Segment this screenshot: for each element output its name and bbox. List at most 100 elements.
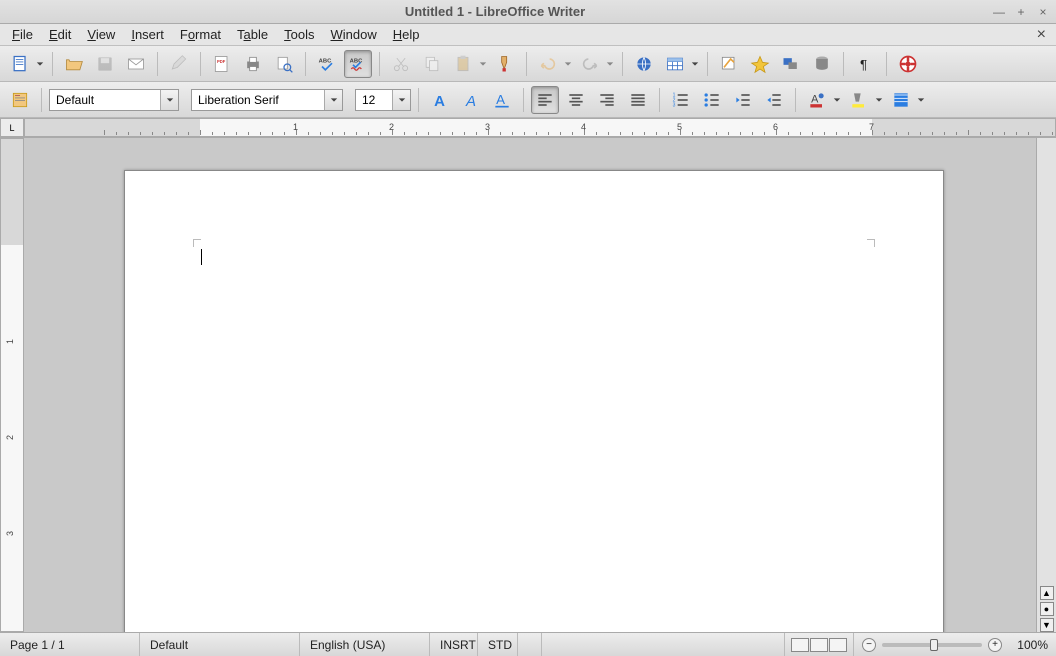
vertical-ruler[interactable]: 123: [0, 138, 24, 632]
status-selection-mode[interactable]: STD: [478, 633, 518, 656]
separator: [795, 88, 796, 112]
insert-table-dropdown[interactable]: [690, 60, 700, 68]
svg-text:A: A: [496, 92, 505, 107]
spellcheck-button[interactable]: ABC: [313, 50, 341, 78]
menu-table[interactable]: Table: [229, 25, 276, 44]
close-document-button[interactable]: ×: [1031, 26, 1052, 44]
cut-button[interactable]: [387, 50, 415, 78]
underline-button[interactable]: A: [488, 86, 516, 114]
zoom-in-button[interactable]: +: [988, 638, 1002, 652]
align-right-button[interactable]: [593, 86, 621, 114]
book-view-button[interactable]: [829, 638, 847, 652]
background-color-button[interactable]: [887, 86, 915, 114]
paragraph-style-combo[interactable]: Default: [49, 89, 179, 111]
window-title: Untitled 1 - LibreOffice Writer: [6, 4, 984, 19]
italic-button[interactable]: A: [457, 86, 485, 114]
menu-file[interactable]: File: [4, 25, 41, 44]
numbered-list-button[interactable]: 123: [667, 86, 695, 114]
redo-dropdown[interactable]: [605, 60, 615, 68]
menu-window[interactable]: Window: [323, 25, 385, 44]
svg-text:A: A: [811, 93, 819, 105]
zoom-slider-thumb[interactable]: [930, 639, 938, 651]
menu-format[interactable]: Format: [172, 25, 229, 44]
undo-button[interactable]: [534, 50, 562, 78]
separator: [659, 88, 660, 112]
navigator-button[interactable]: [746, 50, 774, 78]
document-area[interactable]: [24, 138, 1036, 632]
hyperlink-button[interactable]: [630, 50, 658, 78]
font-name-combo[interactable]: Liberation Serif: [191, 89, 343, 111]
font-size-dropdown[interactable]: [392, 90, 410, 110]
gallery-button[interactable]: [777, 50, 805, 78]
nonprinting-characters-button[interactable]: ¶: [851, 50, 879, 78]
align-left-button[interactable]: [531, 86, 559, 114]
copy-button[interactable]: [418, 50, 446, 78]
increase-indent-button[interactable]: [760, 86, 788, 114]
svg-text:3: 3: [673, 102, 676, 108]
font-name-dropdown[interactable]: [324, 90, 342, 110]
status-insert-mode[interactable]: INSRT: [430, 633, 478, 656]
minimize-button[interactable]: —: [992, 5, 1006, 19]
navigation-button[interactable]: ●: [1040, 602, 1054, 616]
highlight-dropdown[interactable]: [874, 96, 884, 104]
new-document-button[interactable]: [6, 50, 34, 78]
email-button[interactable]: [122, 50, 150, 78]
save-button[interactable]: [91, 50, 119, 78]
font-color-button[interactable]: A: [803, 86, 831, 114]
bold-button[interactable]: A: [426, 86, 454, 114]
separator: [418, 88, 419, 112]
background-color-dropdown[interactable]: [916, 96, 926, 104]
new-document-dropdown[interactable]: [35, 60, 45, 68]
status-language[interactable]: English (USA): [300, 633, 430, 656]
maximize-button[interactable]: +: [1014, 5, 1028, 19]
status-page[interactable]: Page 1 / 1: [0, 633, 140, 656]
undo-dropdown[interactable]: [563, 60, 573, 68]
menu-edit[interactable]: Edit: [41, 25, 79, 44]
status-signature[interactable]: [518, 633, 542, 656]
multi-page-view-button[interactable]: [810, 638, 828, 652]
open-button[interactable]: [60, 50, 88, 78]
document-page[interactable]: [124, 170, 944, 632]
menu-insert[interactable]: Insert: [123, 25, 172, 44]
svg-text:A: A: [434, 92, 445, 109]
close-window-button[interactable]: ×: [1036, 5, 1050, 19]
paste-button[interactable]: [449, 50, 477, 78]
edit-file-button[interactable]: [165, 50, 193, 78]
separator: [843, 52, 844, 76]
styles-formatting-button[interactable]: [6, 86, 34, 114]
status-style[interactable]: Default: [140, 633, 300, 656]
svg-text:ABC: ABC: [350, 58, 363, 64]
highlight-button[interactable]: [845, 86, 873, 114]
horizontal-ruler[interactable]: 1234567: [24, 118, 1056, 137]
align-center-button[interactable]: [562, 86, 590, 114]
zoom-out-button[interactable]: −: [862, 638, 876, 652]
paste-dropdown[interactable]: [478, 60, 488, 68]
previous-page-button[interactable]: ▲: [1040, 586, 1054, 600]
data-sources-button[interactable]: [808, 50, 836, 78]
auto-spellcheck-button[interactable]: ABC: [344, 50, 372, 78]
menu-tools[interactable]: Tools: [276, 25, 322, 44]
menu-help[interactable]: Help: [385, 25, 428, 44]
redo-button[interactable]: [576, 50, 604, 78]
menu-view[interactable]: View: [79, 25, 123, 44]
bullet-list-button[interactable]: [698, 86, 726, 114]
next-page-button[interactable]: ▼: [1040, 618, 1054, 632]
show-draw-functions-button[interactable]: [715, 50, 743, 78]
single-page-view-button[interactable]: [791, 638, 809, 652]
font-size-combo[interactable]: 12: [355, 89, 411, 111]
status-info: [542, 633, 785, 656]
font-color-dropdown[interactable]: [832, 96, 842, 104]
format-paintbrush-button[interactable]: [491, 50, 519, 78]
titlebar: Untitled 1 - LibreOffice Writer — + ×: [0, 0, 1056, 24]
insert-table-button[interactable]: [661, 50, 689, 78]
zoom-percent[interactable]: 100%: [1008, 638, 1048, 652]
help-button[interactable]: [894, 50, 922, 78]
paragraph-style-dropdown[interactable]: [160, 90, 178, 110]
print-preview-button[interactable]: [270, 50, 298, 78]
print-button[interactable]: [239, 50, 267, 78]
zoom-slider[interactable]: [882, 643, 982, 647]
export-pdf-button[interactable]: PDF: [208, 50, 236, 78]
paragraph-style-value: Default: [50, 93, 160, 107]
align-justify-button[interactable]: [624, 86, 652, 114]
decrease-indent-button[interactable]: [729, 86, 757, 114]
